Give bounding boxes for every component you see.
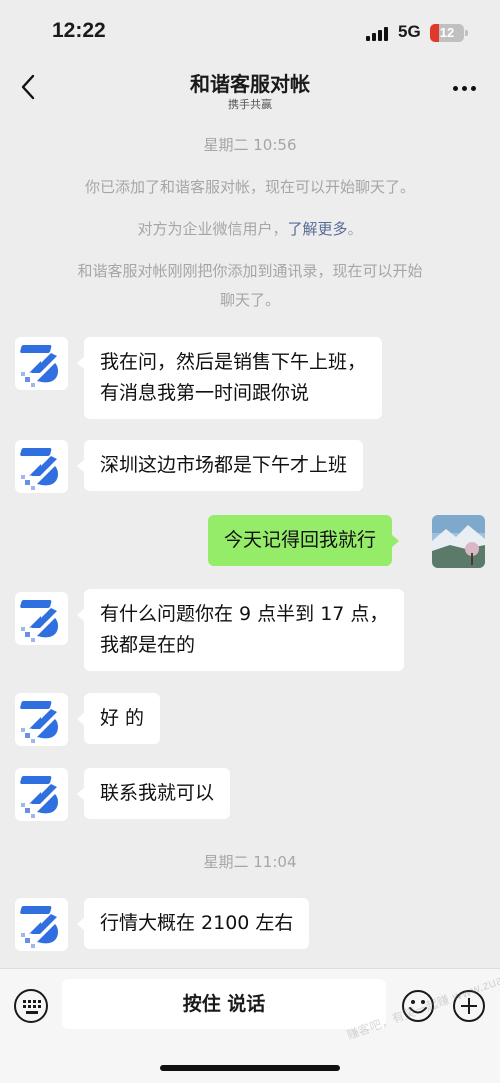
timestamp: 星期二 11:04 bbox=[203, 853, 297, 871]
system-message: 和谐客服对帐刚刚把你添加到通讯录，现在可以开始 聊天了。 bbox=[20, 257, 480, 315]
status-bar: 12:22 5G 12 bbox=[0, 0, 500, 62]
message-bubble[interactable]: 深圳这边市场都是下午才上班 bbox=[76, 440, 364, 491]
message-bubble[interactable]: 有什么问题你在 9 点半到 17 点， 我都是在的 bbox=[76, 589, 405, 671]
hold-to-talk-button[interactable]: 按住 说话 bbox=[62, 979, 386, 1029]
message-line: 有消息我第一时间跟你说 bbox=[100, 382, 310, 404]
message-line: 有什么问题你在 9 点半到 17 点， bbox=[100, 603, 389, 625]
contact-avatar[interactable] bbox=[15, 592, 68, 645]
chat-title: 和谐客服对帐 bbox=[190, 72, 310, 96]
message-line: 我都是在的 bbox=[100, 634, 196, 656]
more-dots-icon[interactable] bbox=[450, 76, 480, 100]
system-message-line: 聊天了。 bbox=[219, 291, 280, 309]
enterprise-notice-text: 对方为企业微信用户， bbox=[137, 220, 288, 238]
message-line: 深圳这边市场都是下午才上班 bbox=[100, 454, 348, 476]
message-line: 我在问，然后是销售下午上班， bbox=[100, 351, 367, 373]
battery-level: 12 bbox=[439, 25, 455, 40]
contact-avatar[interactable] bbox=[15, 337, 68, 390]
message-bubble[interactable]: 好 的 bbox=[76, 693, 161, 744]
own-message-bubble[interactable]: 今天记得回我就行 bbox=[208, 515, 400, 566]
message-line: 联系我就可以 bbox=[100, 782, 215, 804]
enterprise-notice: 对方为企业微信用户，了解更多。 bbox=[20, 215, 480, 244]
signal-icon bbox=[366, 27, 390, 41]
message-bubble[interactable]: 联系我就可以 bbox=[76, 768, 231, 819]
learn-more-link[interactable]: 了解更多 bbox=[287, 220, 347, 238]
system-message-line: 和谐客服对帐刚刚把你添加到通讯录，现在可以开始 bbox=[77, 262, 423, 280]
network-type: 5G bbox=[398, 22, 421, 41]
message-bubble[interactable]: 我在问，然后是销售下午上班， 有消息我第一时间跟你说 bbox=[76, 337, 383, 419]
user-avatar[interactable] bbox=[432, 515, 485, 568]
system-message: 你已添加了和谐客服对帐，现在可以开始聊天了。 bbox=[84, 178, 415, 196]
status-time: 12:22 bbox=[52, 19, 106, 42]
message-line: 好 的 bbox=[100, 707, 145, 729]
message-bubble[interactable]: 行情大概在 2100 左右 bbox=[76, 898, 310, 949]
keyboard-icon[interactable] bbox=[14, 989, 48, 1023]
battery-icon: 12 bbox=[430, 24, 468, 42]
enterprise-notice-end: 。 bbox=[347, 220, 363, 238]
message-line: 行情大概在 2100 左右 bbox=[100, 912, 294, 934]
message-line: 今天记得回我就行 bbox=[224, 529, 377, 551]
contact-avatar[interactable] bbox=[15, 898, 68, 951]
contact-avatar[interactable] bbox=[15, 440, 68, 493]
home-indicator bbox=[160, 1065, 340, 1071]
chat-subtitle: 携手共赢 bbox=[228, 98, 272, 111]
timestamp: 星期二 10:56 bbox=[203, 136, 297, 154]
contact-avatar[interactable] bbox=[15, 768, 68, 821]
chat-header: 和谐客服对帐 携手共赢 bbox=[0, 62, 500, 118]
contact-avatar[interactable] bbox=[15, 693, 68, 746]
